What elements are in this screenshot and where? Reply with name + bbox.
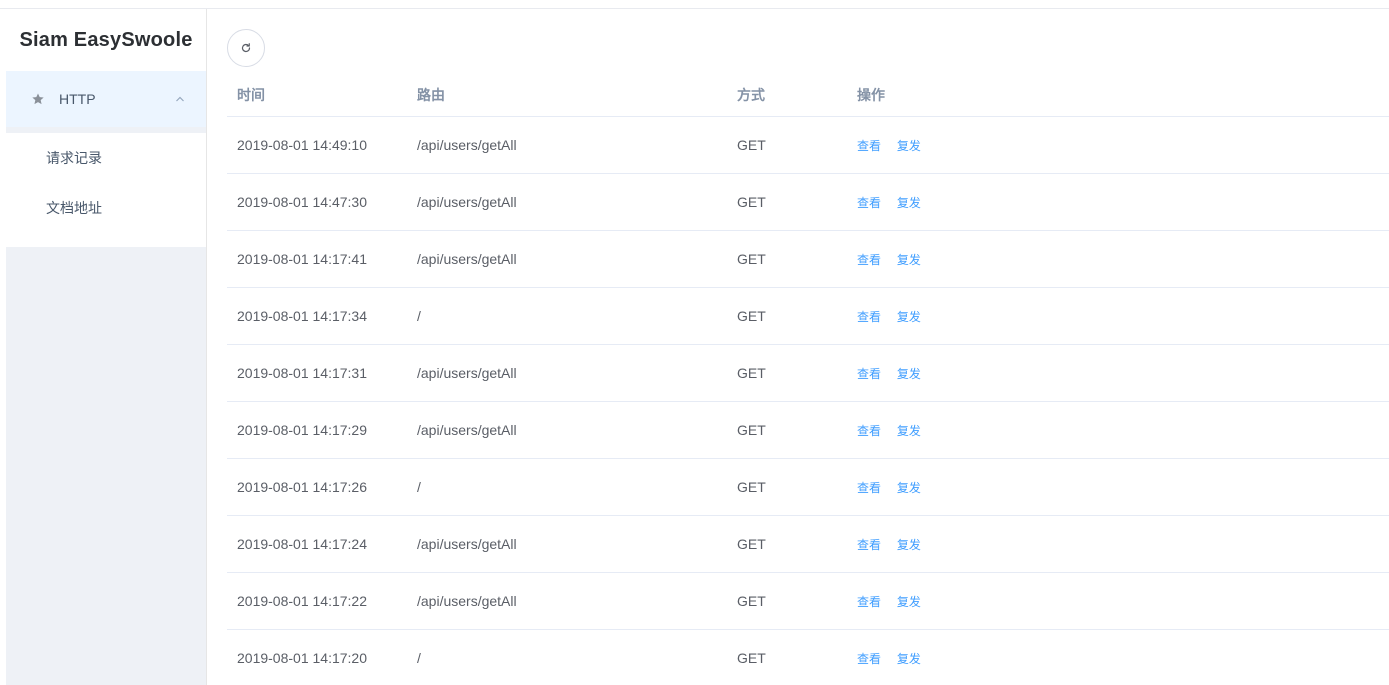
cell-route: /api/users/getAll: [417, 251, 517, 267]
view-button[interactable]: 查看: [857, 652, 881, 666]
table-row: 2019-08-01 14:17:22 /api/users/getAll GE…: [227, 573, 1389, 630]
table-row: 2019-08-01 14:17:26 / GET 查看 复发: [227, 459, 1389, 516]
table-row: 2019-08-01 14:49:10 /api/users/getAll GE…: [227, 117, 1389, 174]
sidebar: Siam EasySwoole HTTP 请求记录 文档地址: [6, 9, 207, 685]
cell-time: 2019-08-01 14:17:31: [237, 365, 367, 381]
cell-route: /api/users/getAll: [417, 137, 517, 153]
cell-method: GET: [737, 194, 766, 210]
cell-time: 2019-08-01 14:17:24: [237, 536, 367, 552]
refresh-button[interactable]: [227, 29, 265, 67]
view-button[interactable]: 查看: [857, 196, 881, 210]
table-row: 2019-08-01 14:17:20 / GET 查看 复发: [227, 630, 1389, 685]
sidebar-item-request-log[interactable]: 请求记录: [6, 133, 206, 183]
cell-method: GET: [737, 422, 766, 438]
sidebar-item-label: 文档地址: [46, 200, 102, 216]
table-row: 2019-08-01 14:17:41 /api/users/getAll GE…: [227, 231, 1389, 288]
resend-button[interactable]: 复发: [897, 481, 921, 495]
cell-route: /api/users/getAll: [417, 194, 517, 210]
resend-button[interactable]: 复发: [897, 139, 921, 153]
page: Siam EasySwoole HTTP 请求记录 文档地址 时间 路由 方式 …: [0, 0, 1389, 685]
resend-button[interactable]: 复发: [897, 310, 921, 324]
cell-route: /: [417, 479, 421, 495]
cell-route: /: [417, 308, 421, 324]
sidebar-item-docs[interactable]: 文档地址: [6, 183, 206, 233]
cell-ops: 查看 复发: [847, 365, 1389, 382]
cell-ops: 查看 复发: [847, 137, 1389, 154]
sidebar-group-label: HTTP: [59, 91, 96, 107]
cell-method: GET: [737, 137, 766, 153]
cell-method: GET: [737, 479, 766, 495]
view-button[interactable]: 查看: [857, 139, 881, 153]
resend-button[interactable]: 复发: [897, 595, 921, 609]
view-button[interactable]: 查看: [857, 367, 881, 381]
sidebar-submenu: 请求记录 文档地址: [6, 133, 206, 247]
resend-button[interactable]: 复发: [897, 424, 921, 438]
cell-ops: 查看 复发: [847, 422, 1389, 439]
table-row: 2019-08-01 14:17:31 /api/users/getAll GE…: [227, 345, 1389, 402]
cell-time: 2019-08-01 14:49:10: [237, 137, 367, 153]
cell-time: 2019-08-01 14:17:26: [237, 479, 367, 495]
cell-ops: 查看 复发: [847, 251, 1389, 268]
table-row: 2019-08-01 14:17:29 /api/users/getAll GE…: [227, 402, 1389, 459]
cell-route: /api/users/getAll: [417, 422, 517, 438]
cell-ops: 查看 复发: [847, 194, 1389, 211]
refresh-icon: [241, 43, 251, 53]
view-button[interactable]: 查看: [857, 538, 881, 552]
cell-method: GET: [737, 251, 766, 267]
request-table: 时间 路由 方式 操作 2019-08-01 14:49:10 /api/use…: [227, 73, 1389, 685]
cell-route: /api/users/getAll: [417, 536, 517, 552]
cell-time: 2019-08-01 14:17:29: [237, 422, 367, 438]
cell-method: GET: [737, 536, 766, 552]
view-button[interactable]: 查看: [857, 253, 881, 267]
header-method: 方式: [737, 86, 765, 103]
sidebar-item-label: 请求记录: [46, 150, 102, 166]
header-ops: 操作: [857, 86, 885, 103]
cell-ops: 查看 复发: [847, 650, 1389, 667]
cell-ops: 查看 复发: [847, 593, 1389, 610]
cell-route: /api/users/getAll: [417, 365, 517, 381]
cell-time: 2019-08-01 14:17:41: [237, 251, 367, 267]
cell-method: GET: [737, 650, 766, 666]
table-row: 2019-08-01 14:17:34 / GET 查看 复发: [227, 288, 1389, 345]
view-button[interactable]: 查看: [857, 481, 881, 495]
main-content: 时间 路由 方式 操作 2019-08-01 14:49:10 /api/use…: [207, 9, 1389, 685]
header-time: 时间: [237, 86, 265, 103]
cell-route: /: [417, 650, 421, 666]
resend-button[interactable]: 复发: [897, 538, 921, 552]
view-button[interactable]: 查看: [857, 424, 881, 438]
cell-time: 2019-08-01 14:17:34: [237, 308, 367, 324]
cell-method: GET: [737, 365, 766, 381]
star-icon: [32, 93, 44, 105]
resend-button[interactable]: 复发: [897, 652, 921, 666]
view-button[interactable]: 查看: [857, 310, 881, 324]
resend-button[interactable]: 复发: [897, 196, 921, 210]
cell-ops: 查看 复发: [847, 536, 1389, 553]
resend-button[interactable]: 复发: [897, 253, 921, 267]
header-route: 路由: [417, 86, 445, 103]
cell-method: GET: [737, 308, 766, 324]
table-row: 2019-08-01 14:47:30 /api/users/getAll GE…: [227, 174, 1389, 231]
app-title: Siam EasySwoole: [6, 9, 206, 71]
view-button[interactable]: 查看: [857, 595, 881, 609]
cell-ops: 查看 复发: [847, 308, 1389, 325]
table-row: 2019-08-01 14:17:24 /api/users/getAll GE…: [227, 516, 1389, 573]
cell-route: /api/users/getAll: [417, 593, 517, 609]
cell-time: 2019-08-01 14:47:30: [237, 194, 367, 210]
chevron-up-icon: [176, 96, 184, 102]
cell-time: 2019-08-01 14:17:20: [237, 650, 367, 666]
cell-time: 2019-08-01 14:17:22: [237, 593, 367, 609]
table-header: 时间 路由 方式 操作: [227, 73, 1389, 117]
sidebar-group-http[interactable]: HTTP: [6, 71, 206, 127]
resend-button[interactable]: 复发: [897, 367, 921, 381]
cell-ops: 查看 复发: [847, 479, 1389, 496]
cell-method: GET: [737, 593, 766, 609]
